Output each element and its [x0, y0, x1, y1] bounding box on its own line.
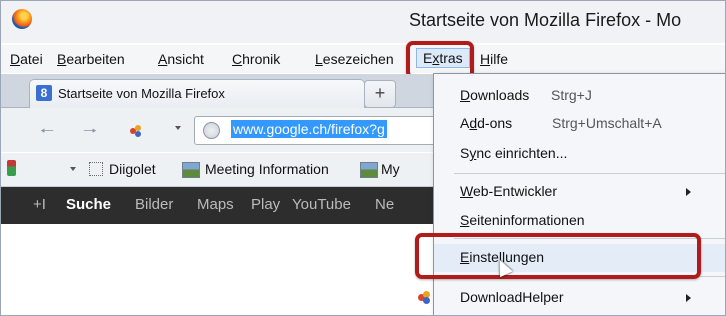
- menuitem-seiteninformationen[interactable]: Seiteninformationen: [434, 207, 725, 235]
- menuitem-einstellungen[interactable]: Einstellungen: [434, 244, 725, 272]
- menu-datei[interactable]: Datei: [10, 51, 43, 67]
- google-bar-ne[interactable]: Ne: [375, 196, 394, 213]
- menu-hilfe[interactable]: Hilfe: [480, 51, 508, 67]
- new-tab-button[interactable]: +: [364, 80, 396, 108]
- bookmark-my[interactable]: My: [381, 161, 400, 177]
- google-bar-suche[interactable]: Suche: [66, 196, 111, 213]
- bookmark-meeting-information[interactable]: Meeting Information: [205, 161, 329, 177]
- menu-separator: [454, 173, 725, 174]
- menu-separator: [454, 238, 725, 239]
- addon-icon[interactable]: [130, 125, 142, 137]
- menuitem-label: Downloads: [460, 87, 530, 103]
- menu-bearbeiten[interactable]: Bearbeiten: [57, 51, 125, 67]
- forward-arrow-icon[interactable]: 🠒: [83, 120, 97, 147]
- menuitem-downloads[interactable]: Downloads Strg+J: [434, 82, 725, 110]
- menuitem-label: Sync einrichten...: [460, 145, 568, 161]
- menuitem-web-entwickler[interactable]: Web-Entwickler: [434, 178, 725, 206]
- google-bar-youtube[interactable]: YouTube: [292, 196, 351, 213]
- diigolet-checkbox-icon[interactable]: [89, 162, 103, 176]
- tab-startseite[interactable]: 8 Startseite von Mozilla Firefox: [29, 79, 365, 108]
- url-text[interactable]: www.google.ch/firefox?g: [231, 120, 387, 138]
- bookmark-tool-icon[interactable]: [7, 160, 16, 176]
- google-bar-maps[interactable]: Maps: [197, 196, 234, 213]
- menu-bar: Datei Bearbeiten Ansicht Chronik Lesezei…: [1, 45, 725, 73]
- menu-extras[interactable]: Extras: [416, 48, 470, 68]
- google-bar-play[interactable]: Play: [251, 196, 280, 213]
- extras-menu: Downloads Strg+J Add-ons Strg+Umschalt+A…: [418, 73, 725, 315]
- bookmarks-dropdown-caret-icon[interactable]: [70, 167, 76, 171]
- shortcut-label: Strg+Umschalt+A: [552, 115, 662, 131]
- downloadhelper-icon: [418, 291, 432, 305]
- globe-icon: [203, 122, 220, 139]
- menu-chronik[interactable]: Chronik: [232, 51, 280, 67]
- title-bar: Startseite von Mozilla Firefox - Mo: [1, 1, 725, 43]
- toolbar-dropdown-caret-icon[interactable]: [175, 126, 181, 130]
- window-title: Startseite von Mozilla Firefox - Mo: [409, 10, 682, 30]
- tab-label: Startseite von Mozilla Firefox: [58, 86, 225, 101]
- menuitem-downloadhelper[interactable]: DownloadHelper: [418, 284, 725, 312]
- menu-ansicht[interactable]: Ansicht: [158, 51, 204, 67]
- submenu-arrow-icon: [686, 294, 691, 302]
- menuitem-label: Web-Entwickler: [460, 183, 557, 199]
- shortcut-label: Strg+J: [551, 87, 592, 103]
- menuitem-label: Seiteninformationen: [460, 212, 585, 228]
- bookmark-image-icon: [182, 162, 200, 178]
- firefox-logo-icon[interactable]: [12, 9, 32, 29]
- menu-lesezeichen[interactable]: Lesezeichen: [315, 51, 394, 67]
- submenu-arrow-icon: [686, 188, 691, 196]
- menuitem-sync[interactable]: Sync einrichten...: [434, 140, 725, 168]
- google-bar-plus[interactable]: +I: [33, 196, 46, 213]
- browser-window: Startseite von Mozilla Firefox - Mo Date…: [0, 0, 726, 316]
- bookmark-image-icon: [360, 162, 378, 178]
- bookmark-diigolet[interactable]: Diigolet: [109, 161, 156, 177]
- menuitem-addons[interactable]: Add-ons Strg+Umschalt+A: [434, 110, 725, 138]
- back-arrow-icon[interactable]: 🠐: [40, 120, 54, 147]
- tab-favicon-icon: 8: [36, 85, 52, 101]
- menuitem-label: Add-ons: [460, 115, 513, 131]
- menuitem-label: DownloadHelper: [460, 289, 564, 305]
- google-bar-bilder[interactable]: Bilder: [135, 196, 173, 213]
- menu-separator: [454, 276, 725, 277]
